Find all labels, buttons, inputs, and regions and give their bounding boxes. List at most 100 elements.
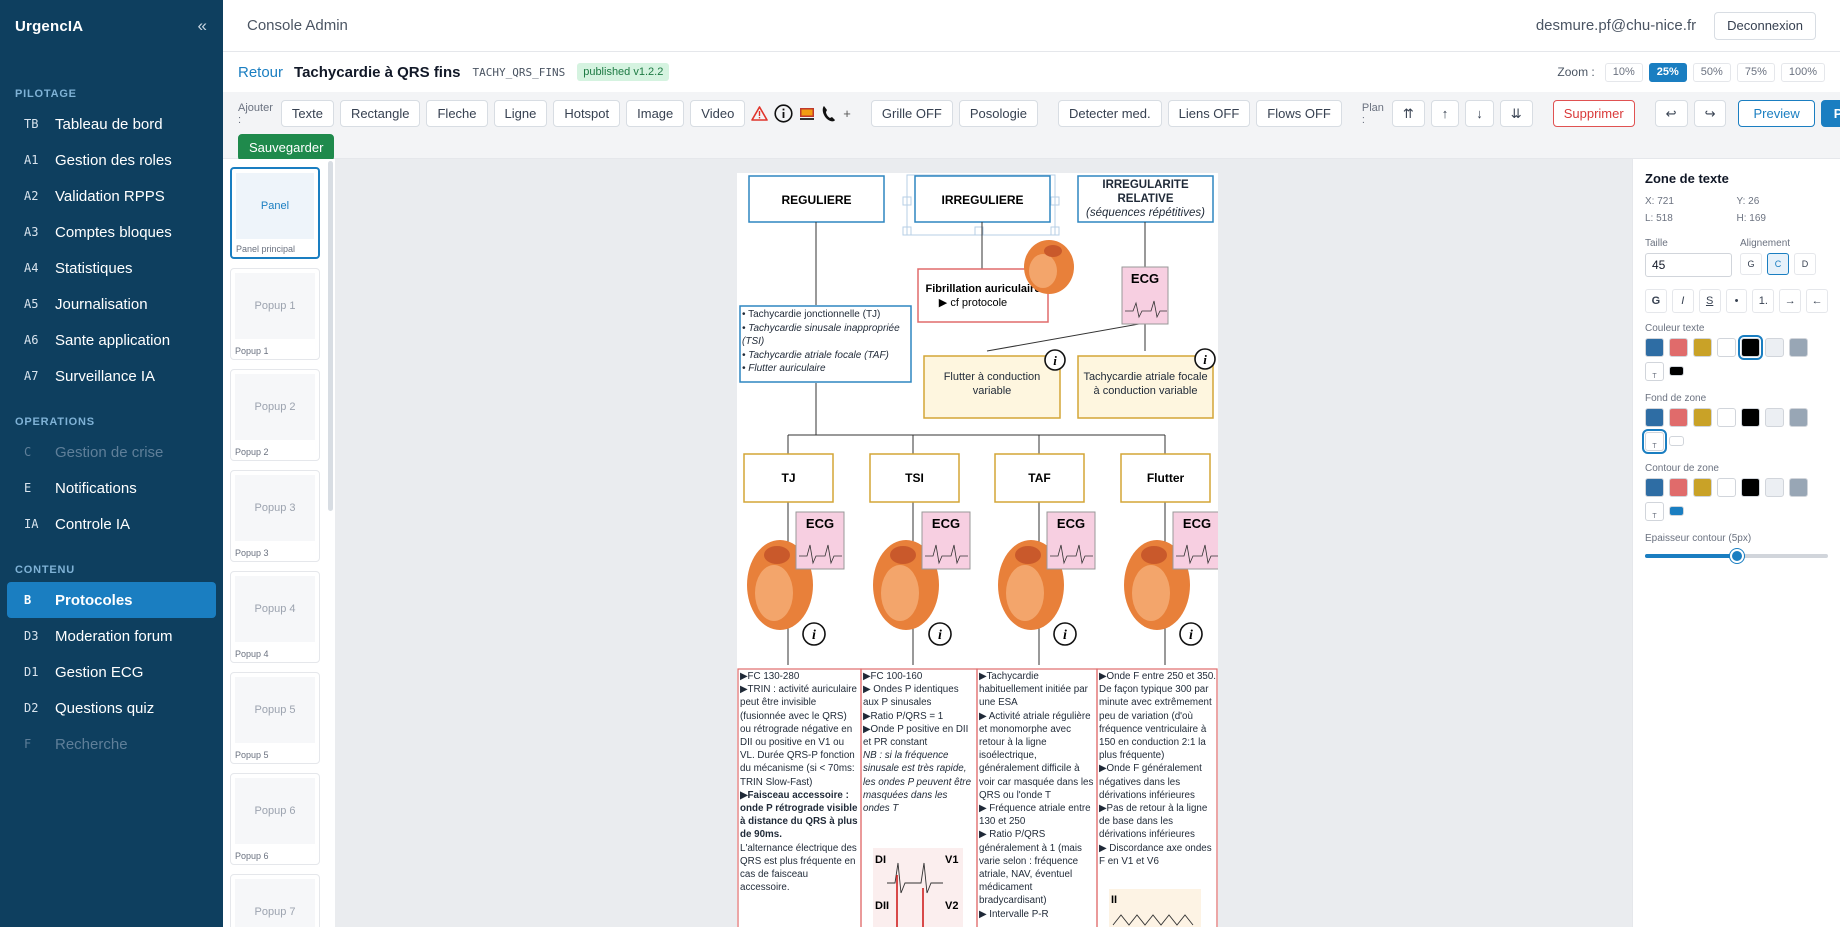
add-more-button[interactable]: +: [843, 100, 851, 127]
indent-button[interactable]: →: [1779, 289, 1802, 313]
add-arrow-button[interactable]: Fleche: [426, 100, 488, 127]
text-color-transparent-swatch[interactable]: T: [1645, 362, 1664, 381]
sidebar-item-comptes-bloques[interactable]: A3 Comptes bloques: [7, 214, 216, 250]
info-icon[interactable]: [774, 100, 793, 127]
bg-color-transparent-swatch[interactable]: T: [1642, 429, 1667, 454]
border-width-slider[interactable]: [1645, 548, 1828, 564]
sidebar-item-sante-application[interactable]: A6 Sante application: [7, 322, 216, 358]
box-flutter[interactable]: Flutter ECG i: [1120, 453, 1218, 646]
outdent-button[interactable]: ←: [1806, 289, 1829, 313]
delete-button[interactable]: Supprimer: [1552, 100, 1635, 127]
align-right-button[interactable]: D: [1794, 253, 1816, 275]
info-icon[interactable]: i: [1044, 349, 1066, 371]
sidebar-item-moderation-forum[interactable]: D3 Moderation forum: [7, 618, 216, 654]
panel-thumb-popup-7[interactable]: Popup 7: [230, 874, 320, 927]
box-taf[interactable]: TAF ECG i: [994, 453, 1096, 646]
panel-thumb-popup-2[interactable]: Popup 2 Popup 2: [230, 369, 320, 461]
bg-color-custom-color[interactable]: [1669, 436, 1684, 446]
zoom-75-button[interactable]: 75%: [1736, 62, 1775, 82]
border-color-swatch[interactable]: [1693, 478, 1712, 497]
text-color-swatch[interactable]: [1669, 338, 1688, 357]
preview-button[interactable]: Preview: [1738, 100, 1815, 127]
italic-button[interactable]: I: [1671, 289, 1694, 313]
bg-color-swatch[interactable]: [1789, 408, 1808, 427]
border-color-swatch[interactable]: [1669, 478, 1688, 497]
text-color-swatch[interactable]: [1789, 338, 1808, 357]
bg-color-swatch[interactable]: [1765, 408, 1784, 427]
panel-thumb-popup-1[interactable]: Popup 1 Popup 1: [230, 268, 320, 360]
align-left-button[interactable]: G: [1740, 253, 1762, 275]
sidebar-item-gestion-ecg[interactable]: D1 Gestion ECG: [7, 654, 216, 690]
sidebar-item-validation-rpps[interactable]: A2 Validation RPPS: [7, 178, 216, 214]
grid-toggle-button[interactable]: Grille OFF: [870, 100, 953, 127]
underline-button[interactable]: S: [1698, 289, 1721, 313]
border-color-swatch[interactable]: [1741, 478, 1760, 497]
add-rectangle-button[interactable]: Rectangle: [339, 100, 421, 127]
zoom-10-button[interactable]: 10%: [1604, 62, 1643, 82]
bring-to-front-button[interactable]: ⇈: [1391, 100, 1425, 127]
sidebar-item-tableau-de-bord[interactable]: TB Tableau de bord: [7, 106, 216, 142]
border-color-swatch[interactable]: [1645, 478, 1664, 497]
links-toggle-button[interactable]: Liens OFF: [1167, 100, 1251, 127]
add-image-button[interactable]: Image: [626, 100, 685, 127]
redo-button[interactable]: ↪: [1693, 100, 1727, 127]
text-color-custom-color[interactable]: [1669, 366, 1684, 376]
sidebar-item-journalisation[interactable]: A5 Journalisation: [7, 286, 216, 322]
bg-color-swatch[interactable]: [1717, 408, 1736, 427]
posologie-button[interactable]: Posologie: [958, 100, 1038, 127]
slider-handle[interactable]: [1729, 549, 1744, 563]
bg-color-swatch[interactable]: [1645, 408, 1664, 427]
border-color-swatch[interactable]: [1789, 478, 1808, 497]
add-text-button[interactable]: Texte: [280, 100, 334, 127]
bold-button[interactable]: G: [1645, 289, 1667, 313]
sidebar-item-statistiques[interactable]: A4 Statistiques: [7, 250, 216, 286]
panel-thumb-popup-4[interactable]: Popup 4 Popup 4: [230, 571, 320, 663]
border-color-swatch[interactable]: [1717, 478, 1736, 497]
send-backward-button[interactable]: ↓: [1465, 100, 1494, 127]
publish-button[interactable]: Publier: [1820, 100, 1840, 127]
add-video-button[interactable]: Video: [690, 100, 746, 127]
align-center-button[interactable]: C: [1767, 253, 1789, 275]
text-color-swatch[interactable]: [1738, 335, 1763, 360]
bring-forward-button[interactable]: ↑: [1430, 100, 1460, 127]
text-color-swatch[interactable]: [1693, 338, 1712, 357]
bg-color-swatch[interactable]: [1693, 408, 1712, 427]
protocol-canvas[interactable]: REGULIERE IRREGULIERE IRREGULARITE RELAT…: [737, 173, 1218, 927]
bullet-list-button[interactable]: •: [1725, 289, 1748, 313]
zoom-50-button[interactable]: 50%: [1692, 62, 1731, 82]
warning-icon[interactable]: [751, 100, 769, 127]
border-color-swatch[interactable]: [1765, 478, 1784, 497]
back-link[interactable]: Retour: [238, 64, 283, 81]
sidebar-item-questions-quiz[interactable]: D2 Questions quiz: [7, 690, 216, 726]
box-tsi[interactable]: TSI ECG i: [869, 453, 971, 646]
sidebar-item-protocoles[interactable]: B Protocoles: [7, 582, 216, 618]
sidebar-item-gestion-des-roles[interactable]: A1 Gestion des roles: [7, 142, 216, 178]
sidebar-item-notifications[interactable]: E Notifications: [7, 470, 216, 506]
sidebar-item-surveillance-ia[interactable]: A7 Surveillance IA: [7, 358, 216, 394]
panel-thumb-popup-3[interactable]: Popup 3 Popup 3: [230, 470, 320, 562]
numbered-list-button[interactable]: 1.: [1752, 289, 1775, 313]
border-color-custom-color[interactable]: [1669, 506, 1684, 516]
add-line-button[interactable]: Ligne: [493, 100, 548, 127]
text-color-swatch[interactable]: [1717, 338, 1736, 357]
phone-icon[interactable]: [821, 100, 837, 127]
logout-button[interactable]: Deconnexion: [1714, 11, 1816, 40]
info-icon[interactable]: i: [1194, 348, 1216, 370]
collapse-sidebar-icon[interactable]: «: [198, 16, 207, 36]
detect-med-button[interactable]: Detecter med.: [1057, 100, 1162, 127]
text-color-swatch[interactable]: [1645, 338, 1664, 357]
save-button[interactable]: Sauvegarder: [238, 134, 335, 161]
zoom-100-button[interactable]: 100%: [1780, 62, 1825, 82]
flows-toggle-button[interactable]: Flows OFF: [1256, 100, 1342, 127]
monitor-icon[interactable]: [799, 100, 815, 127]
bg-color-swatch[interactable]: [1741, 408, 1760, 427]
panel-list-scrollbar[interactable]: [328, 161, 333, 511]
font-size-input[interactable]: [1645, 253, 1732, 277]
text-color-swatch[interactable]: [1765, 338, 1784, 357]
undo-button[interactable]: ↩: [1654, 100, 1688, 127]
send-to-back-button[interactable]: ⇊: [1499, 100, 1533, 127]
panel-thumb-popup-5[interactable]: Popup 5 Popup 5: [230, 672, 320, 764]
add-hotspot-button[interactable]: Hotspot: [553, 100, 621, 127]
bg-color-swatch[interactable]: [1669, 408, 1688, 427]
box-tj[interactable]: TJ ECG i: [743, 453, 845, 646]
